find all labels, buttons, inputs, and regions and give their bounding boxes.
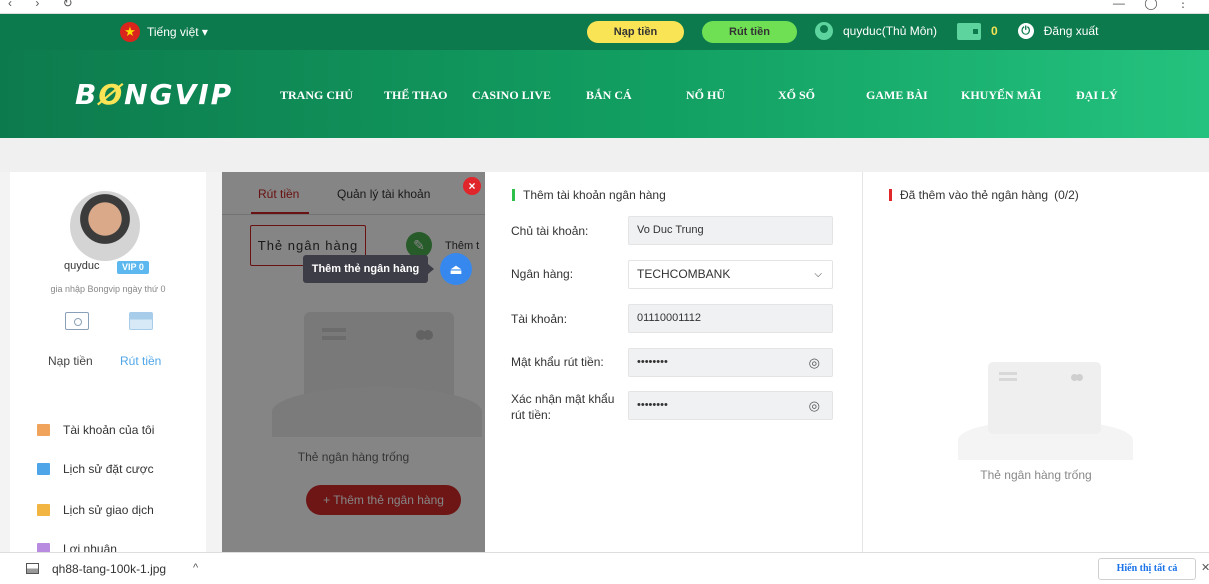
- nav-fishing[interactable]: BẮN CÁ: [586, 88, 632, 103]
- balance-value: 0: [991, 24, 998, 38]
- avatar: [70, 191, 140, 261]
- account-number-value: 01110001112: [637, 312, 702, 324]
- password-mask: ••••••••: [637, 356, 668, 368]
- title-accent-bar: [512, 189, 515, 201]
- nav-card-games[interactable]: GAME BÀI: [866, 88, 928, 103]
- browser-toolbar: ‹ › ↻ — ◯ ⋮: [0, 0, 1209, 14]
- window-controls-icon[interactable]: — ◯ ⋮: [1113, 0, 1197, 10]
- chevron-up-icon[interactable]: ^: [193, 562, 198, 574]
- show-all-button[interactable]: Hiển thị tất cả: [1098, 558, 1196, 580]
- sidebar-withdraw-link[interactable]: Rút tiền: [120, 354, 161, 368]
- sidebar-item-bet-history[interactable]: Lịch sử đặt cược: [37, 462, 154, 476]
- withdraw-button[interactable]: Rút tiền: [702, 21, 797, 43]
- nav-lottery[interactable]: XỔ SỐ: [778, 88, 815, 103]
- form-title-text: Thêm tài khoản ngân hàng: [523, 188, 666, 202]
- nav-home[interactable]: TRANG CHỦ: [280, 88, 353, 103]
- logo-part: NGVIP: [124, 78, 234, 111]
- sidebar-deposit-link[interactable]: Nạp tiền: [48, 354, 93, 368]
- confirm-password-input[interactable]: •••••••• ◎: [628, 391, 833, 420]
- close-icon[interactable]: ✕: [1201, 561, 1209, 574]
- language-selector[interactable]: ★ Tiếng việt ▾: [120, 22, 208, 42]
- nav-slots[interactable]: NỔ HŨ: [686, 88, 725, 103]
- sidebar-item-transaction-history[interactable]: Lịch sử giao dịch: [37, 503, 154, 517]
- bank-select[interactable]: TECHCOMBANK ⌵: [628, 260, 833, 289]
- account-label: Tài khoản:: [511, 312, 568, 326]
- transaction-icon: [37, 504, 50, 516]
- saved-count: (0/2): [1054, 188, 1079, 202]
- spacer: [0, 138, 1209, 172]
- nav-promotions[interactable]: KHUYẾN MÃI: [961, 88, 1041, 103]
- close-icon[interactable]: ×: [463, 177, 481, 195]
- account-sidebar: quyduc VIP 0 gia nhập Bongvip ngày thứ 0…: [10, 172, 206, 556]
- owner-name-value: Vo Duc Trung: [637, 224, 704, 236]
- nav-casino-live[interactable]: CASINO LIVE: [472, 88, 551, 103]
- download-filename[interactable]: qh88-tang-100k-1.jpg: [52, 562, 166, 576]
- main-header: BØNGVIP TRANG CHỦ THỂ THAO CASINO LIVE B…: [0, 50, 1209, 138]
- title-accent-bar: [889, 189, 892, 201]
- add-card-tooltip: Thêm thẻ ngân hàng: [303, 255, 434, 283]
- bank-select-value: TECHCOMBANK: [637, 267, 731, 281]
- username-label[interactable]: quyduc(Thủ Môn): [843, 24, 937, 38]
- nav-sports[interactable]: THỂ THAO: [384, 88, 447, 103]
- logo-ball-icon: Ø: [98, 78, 125, 111]
- download-bar: qh88-tang-100k-1.jpg ^ Hiển thị tất cả ✕: [0, 552, 1209, 584]
- saved-empty-text: Thẻ ngân hàng trống: [980, 468, 1092, 482]
- eye-slash-icon[interactable]: ◎: [809, 392, 820, 419]
- user-area: quyduc(Thủ Môn) 0 ⏻ Đăng xuất: [815, 22, 1098, 40]
- withdraw-password-input[interactable]: •••••••• ◎: [628, 348, 833, 377]
- saved-title-text: Đã thêm vào thẻ ngân hàng: [900, 188, 1049, 202]
- sidebar-item-my-account[interactable]: Tài khoản của tôi: [37, 423, 154, 437]
- add-bank-account-form: Thêm tài khoản ngân hàng Chủ tài khoản: …: [485, 172, 863, 552]
- sidebar-item-label: Lịch sử giao dịch: [63, 503, 154, 517]
- bank-label: Ngân hàng:: [511, 267, 574, 281]
- vip-badge: VIP 0: [117, 261, 149, 274]
- top-bar: ★ Tiếng việt ▾ Nạp tiền Rút tiền quyduc(…: [0, 14, 1209, 50]
- confirm-password-label: Xác nhận mật khẩu: [511, 392, 615, 406]
- saved-title: Đã thêm vào thẻ ngân hàng (0/2): [889, 188, 1079, 202]
- list-icon: [37, 463, 50, 475]
- vietnam-flag-icon: ★: [120, 22, 140, 42]
- sidebar-item-label: Lịch sử đặt cược: [63, 462, 154, 476]
- nav-agent[interactable]: ĐẠI LÝ: [1076, 88, 1118, 103]
- deposit-button[interactable]: Nạp tiền: [587, 21, 684, 43]
- password-mask: ••••••••: [637, 399, 668, 411]
- modal-backdrop: [222, 172, 485, 552]
- chevron-down-icon: ⌵: [814, 269, 822, 280]
- form-title: Thêm tài khoản ngân hàng: [512, 188, 666, 202]
- logo-part: B: [75, 78, 99, 111]
- credit-card-icon[interactable]: [129, 312, 153, 330]
- owner-name-input[interactable]: Vo Duc Trung: [628, 216, 833, 245]
- withdraw-password-label: Mật khẩu rút tiền:: [511, 355, 604, 369]
- account-icon: [37, 424, 50, 436]
- wallet-icon[interactable]: [65, 312, 89, 330]
- join-text: gia nhập Bongvip ngày thứ 0: [50, 284, 166, 294]
- empty-card-illustration: [988, 362, 1101, 434]
- language-label: Tiếng việt ▾: [147, 25, 208, 39]
- owner-label: Chủ tài khoản:: [511, 224, 589, 238]
- user-icon: [815, 22, 833, 40]
- power-icon[interactable]: ⏻: [1017, 23, 1034, 39]
- browser-nav-icons[interactable]: ‹ › ↻: [8, 0, 83, 10]
- saved-cards-panel: Đã thêm vào thẻ ngân hàng (0/2) Thẻ ngân…: [863, 172, 1209, 552]
- confirm-password-label-2: rút tiền:: [511, 408, 552, 422]
- eject-icon[interactable]: ⏏: [440, 253, 472, 285]
- eye-slash-icon[interactable]: ◎: [809, 349, 820, 376]
- bongvip-logo[interactable]: BØNGVIP: [75, 78, 233, 111]
- wallet-icon: [957, 22, 982, 40]
- sidebar-username: quyduc: [64, 260, 100, 272]
- account-number-input[interactable]: 01110001112: [628, 304, 833, 333]
- image-file-icon: [26, 563, 39, 574]
- logout-link[interactable]: Đăng xuất: [1044, 24, 1099, 38]
- sidebar-item-label: Tài khoản của tôi: [63, 423, 155, 437]
